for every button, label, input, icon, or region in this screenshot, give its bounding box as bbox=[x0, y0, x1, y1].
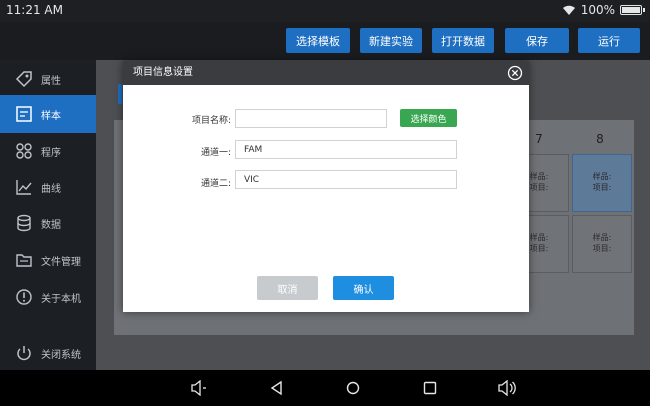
grid-icon bbox=[16, 143, 32, 159]
sidebar-item-label: 样本 bbox=[41, 110, 61, 122]
database-icon bbox=[17, 214, 31, 232]
column-header-8: 8 bbox=[596, 132, 604, 146]
project-name-input[interactable] bbox=[235, 109, 387, 128]
dialog-header: 项目信息设置 bbox=[123, 61, 529, 85]
sidebar-item-curve[interactable]: 曲线 bbox=[0, 168, 96, 206]
battery-icon bbox=[620, 5, 645, 15]
well[interactable]: 样品: 项目: bbox=[572, 215, 632, 273]
choose-color-button[interactable]: 选择颜色 bbox=[400, 109, 457, 127]
top-toolbar: 选择模板 新建实验 打开数据 保存 运行 bbox=[0, 22, 650, 60]
tag-icon bbox=[15, 71, 32, 88]
sidebar-item-label: 关闭系统 bbox=[41, 349, 81, 361]
status-time: 11:21 AM bbox=[6, 3, 63, 17]
well-selected[interactable]: 样品: 项目: bbox=[572, 154, 632, 212]
sidebar-item-properties[interactable]: 属性 bbox=[0, 60, 96, 98]
run-button[interactable]: 运行 bbox=[578, 28, 640, 53]
sidebar-item-label: 关于本机 bbox=[41, 293, 81, 305]
well-sample: 样品: bbox=[592, 172, 612, 181]
project-name-label: 项目名称: bbox=[191, 116, 231, 126]
well-project: 项目: bbox=[592, 183, 612, 192]
status-right: 100% bbox=[562, 3, 645, 17]
back-icon[interactable] bbox=[269, 380, 285, 396]
save-button[interactable]: 保存 bbox=[505, 28, 569, 53]
sidebar: 属性 样本 程序 曲线 数据 文件管理 关于本机 关闭系统 bbox=[0, 60, 96, 370]
document-icon bbox=[16, 106, 32, 122]
channel1-label: 通道一: bbox=[200, 148, 231, 158]
volume-down-icon[interactable] bbox=[190, 380, 208, 396]
well-sample: 样品: bbox=[592, 233, 612, 242]
sidebar-item-data[interactable]: 数据 bbox=[0, 204, 96, 242]
channel2-input[interactable] bbox=[235, 170, 457, 189]
well-project: 项目: bbox=[592, 244, 612, 253]
sidebar-item-about[interactable]: 关于本机 bbox=[0, 278, 96, 316]
sidebar-item-label: 数据 bbox=[41, 219, 61, 231]
info-icon bbox=[16, 289, 32, 305]
open-data-button[interactable]: 打开数据 bbox=[432, 28, 494, 53]
sidebar-item-program[interactable]: 程序 bbox=[0, 132, 96, 170]
new-experiment-button[interactable]: 新建实验 bbox=[360, 28, 422, 53]
close-icon[interactable] bbox=[507, 65, 523, 81]
status-bar: 11:21 AM 100% bbox=[0, 0, 650, 22]
confirm-button[interactable]: 确认 bbox=[333, 276, 394, 300]
select-template-button[interactable]: 选择模板 bbox=[286, 28, 350, 53]
sidebar-item-label: 属性 bbox=[41, 75, 61, 87]
sidebar-item-shutdown[interactable]: 关闭系统 bbox=[0, 334, 96, 372]
navigation-bar bbox=[0, 370, 650, 406]
wifi-icon bbox=[562, 5, 575, 15]
sidebar-item-label: 曲线 bbox=[41, 183, 61, 195]
folder-icon bbox=[16, 254, 32, 267]
dialog-title: 项目信息设置 bbox=[133, 67, 193, 78]
sidebar-item-label: 文件管理 bbox=[41, 256, 81, 268]
recent-apps-icon[interactable] bbox=[422, 380, 438, 396]
sidebar-item-file-manager[interactable]: 文件管理 bbox=[0, 241, 96, 279]
main-accent bbox=[118, 84, 122, 104]
cancel-button[interactable]: 取消 bbox=[257, 276, 318, 300]
project-info-dialog: 项目信息设置 项目名称: 选择颜色 通道一: 通道二: 取消 确认 bbox=[123, 61, 529, 312]
volume-up-icon[interactable] bbox=[497, 380, 517, 396]
channel2-label: 通道二: bbox=[200, 179, 231, 189]
channel1-input[interactable] bbox=[235, 140, 457, 159]
sidebar-item-label: 程序 bbox=[41, 147, 61, 159]
home-icon[interactable] bbox=[345, 380, 361, 396]
chart-icon bbox=[16, 180, 32, 195]
sidebar-item-samples[interactable]: 样本 bbox=[0, 95, 96, 133]
power-icon bbox=[17, 346, 31, 361]
battery-percent: 100% bbox=[580, 3, 615, 17]
